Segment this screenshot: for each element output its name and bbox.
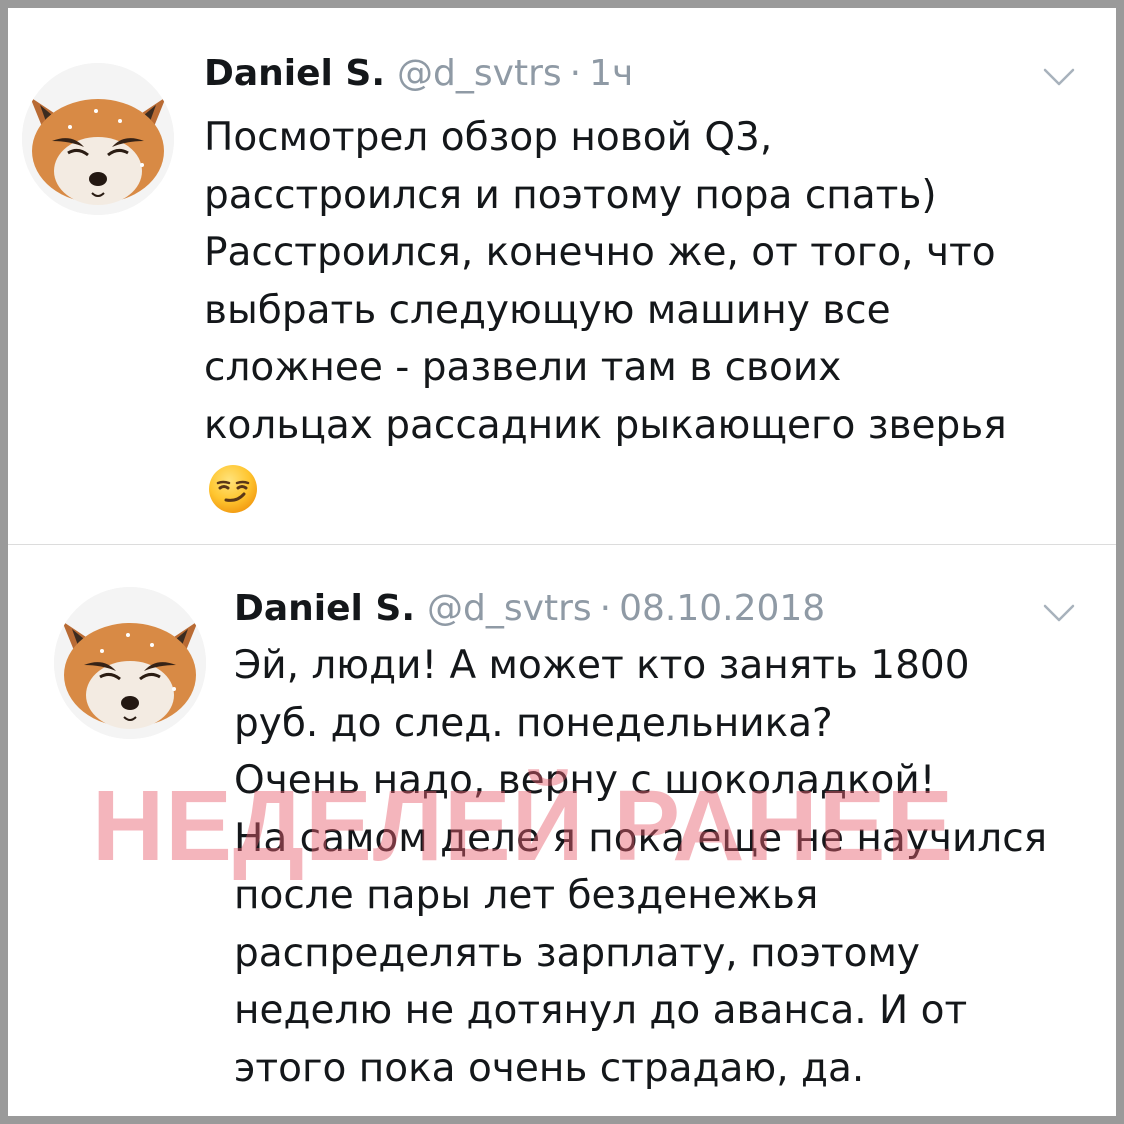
tweet-text-line: На самом деле я пока еще не научился [234, 815, 1048, 861]
tweet-text-line: сложнее - развели там в своих [204, 345, 842, 390]
tweet-header: Daniel S. @d_svtrs · 1ч [204, 52, 633, 96]
avatar[interactable] [54, 587, 206, 739]
chevron-down-icon[interactable] [1042, 66, 1076, 88]
author-name[interactable]: Daniel S. [204, 53, 385, 94]
screenshot-frame: Daniel S. @d_svtrs · 1ч Посмотрел обзор нов… [8, 8, 1116, 1116]
tweet-text-line: Посмотрел обзор новой Q3, [204, 115, 773, 160]
chevron-down-icon[interactable] [1042, 602, 1076, 624]
tweet-text-line: Эй, люди! А может кто занять 1800 [234, 643, 970, 688]
tweet-header: Daniel S. @d_svtrs · 08.10.2018 [234, 587, 825, 631]
tweet-text-line: распределять зарплату, поэтому [234, 930, 920, 976]
tweet-latest[interactable]: Daniel S. @d_svtrs · 1ч Посмотрел обзор нов… [8, 8, 1116, 544]
smirking-face-icon [207, 463, 259, 515]
fox-avatar-icon [54, 587, 206, 739]
author-handle[interactable]: @d_svtrs [427, 588, 592, 629]
tweet-text-line: руб. до след. понедельника? [234, 700, 833, 746]
tweet-text-line: после пары лет безденежья [234, 873, 819, 918]
meta-separator: · [569, 53, 582, 94]
tweet-text: Эй, люди! А может кто занять 1800 руб. д… [234, 637, 1104, 1097]
tweet-text-line: выбрать следующую машину все [204, 287, 891, 333]
author-handle[interactable]: @d_svtrs [397, 53, 562, 94]
tweet-text-line: Очень надо, верну с шоколадкой! [234, 758, 936, 803]
meta-separator: · [599, 588, 612, 629]
tweet-text-line: Расстроился, конечно же, от того, что [204, 230, 996, 275]
author-name[interactable]: Daniel S. [234, 588, 415, 629]
tweet-time[interactable]: 1ч [589, 53, 633, 94]
tweet-text-line: кольцах рассадник рыкающего зверья [204, 402, 1007, 448]
fox-avatar-icon [22, 63, 174, 215]
tweet-older[interactable]: Daniel S. @d_svtrs · 08.10.2018 Эй, люди! А… [8, 545, 1116, 1116]
tweet-text-line: этого пока очень страдаю, да. [234, 1045, 865, 1091]
tweet-text: Посмотрел обзор новой Q3, расстроился и … [204, 109, 1104, 454]
tweet-time[interactable]: 08.10.2018 [619, 588, 825, 629]
tweet-text-line: расстроился и поэтому пора спать) [204, 172, 937, 218]
avatar[interactable] [22, 63, 174, 215]
tweet-text-line: неделю не дотянул до аванса. И от [234, 988, 968, 1033]
